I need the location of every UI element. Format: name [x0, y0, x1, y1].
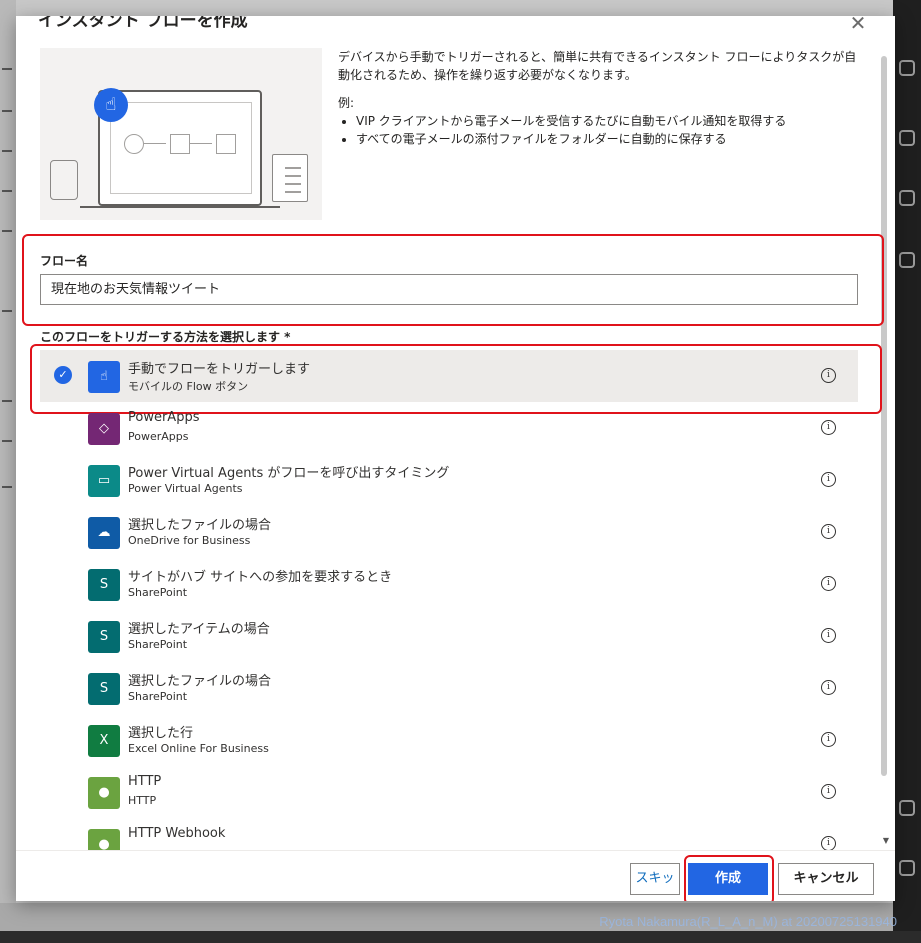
trigger-connector: OneDrive for Business — [128, 534, 251, 547]
flow-name-label: フロー名 — [40, 254, 89, 268]
sharepoint-icon: S — [88, 673, 120, 705]
trigger-name: 選択したファイルの場合 — [128, 518, 272, 533]
dialog-scrollbar[interactable] — [881, 56, 887, 776]
trigger-item-pva[interactable]: ▭ Power Virtual Agents がフローを呼び出すタイミング Po… — [40, 454, 858, 506]
trigger-section-label: このフローをトリガーする方法を選択します * — [40, 330, 291, 344]
trigger-connector: SharePoint — [128, 690, 188, 703]
scroll-down-icon[interactable]: ▼ — [883, 836, 889, 845]
trigger-connector: SharePoint — [128, 638, 188, 651]
trigger-list: ✓ ☝ 手動でフローをトリガーします モバイルの Flow ボタン i ◇ Po… — [40, 350, 858, 870]
close-icon[interactable]: ✕ — [847, 16, 869, 34]
info-icon[interactable]: i — [821, 628, 836, 643]
instant-flow-illustration: ☝ — [40, 48, 322, 220]
trigger-name: サイトがハブ サイトへの参加を要求するとき — [128, 570, 393, 585]
background-right-rail — [893, 0, 921, 943]
flow-button-icon: ☝ — [88, 361, 120, 393]
skip-button[interactable]: スキップ — [630, 863, 680, 895]
info-icon[interactable]: i — [821, 732, 836, 747]
touch-icon: ☝ — [94, 88, 128, 122]
excel-icon: X — [88, 725, 120, 757]
trigger-connector: HTTP — [128, 794, 157, 807]
trigger-name: 選択した行 — [128, 726, 194, 741]
trigger-connector: Excel Online For Business — [128, 742, 269, 755]
create-button[interactable]: 作成 — [688, 863, 768, 895]
trigger-connector: PowerApps — [128, 430, 189, 443]
sharepoint-icon: S — [88, 569, 120, 601]
example-item: すべての電子メールの添付ファイルをフォルダーに自動的に保存する — [356, 130, 858, 148]
plant-illustration — [50, 160, 78, 200]
power-virtual-agents-icon: ▭ — [88, 465, 120, 497]
info-icon[interactable]: i — [821, 836, 836, 851]
play-icon — [124, 134, 144, 154]
trigger-item-manual[interactable]: ✓ ☝ 手動でフローをトリガーします モバイルの Flow ボタン i — [40, 350, 858, 402]
http-icon: ● — [88, 777, 120, 809]
trigger-item-sharepoint-item[interactable]: S 選択したアイテムの場合 SharePoint i — [40, 610, 858, 662]
checklist-illustration — [272, 154, 308, 202]
file-check-icon — [216, 134, 236, 154]
trigger-item-excel-row[interactable]: X 選択した行 Excel Online For Business i — [40, 714, 858, 766]
dialog-title: インスタント フローを作成 — [38, 16, 248, 31]
trigger-name: HTTP Webhook — [128, 826, 226, 841]
trigger-item-sharepoint-file[interactable]: S 選択したファイルの場合 SharePoint i — [40, 662, 858, 714]
example-list: VIP クライアントから電子メールを受信するたびに自動モバイル通知を取得する す… — [338, 112, 858, 148]
trigger-connector: SharePoint — [128, 586, 188, 599]
trigger-item-http[interactable]: ● HTTP HTTP i — [40, 766, 858, 818]
trigger-connector: Power Virtual Agents — [128, 482, 243, 495]
trigger-name: HTTP — [128, 774, 162, 789]
cancel-button[interactable]: キャンセル — [778, 863, 874, 895]
trigger-name: PowerApps — [128, 410, 200, 425]
trigger-connector: モバイルの Flow ボタン — [128, 380, 249, 393]
info-icon[interactable]: i — [821, 784, 836, 799]
info-icon[interactable]: i — [821, 368, 836, 383]
info-icon[interactable]: i — [821, 420, 836, 435]
trigger-name: Power Virtual Agents がフローを呼び出すタイミング — [128, 466, 450, 481]
trigger-item-sharepoint-hub[interactable]: S サイトがハブ サイトへの参加を要求するとき SharePoint i — [40, 558, 858, 610]
trigger-name: 選択したファイルの場合 — [128, 674, 272, 689]
trigger-name: 選択したアイテムの場合 — [128, 622, 270, 637]
info-icon[interactable]: i — [821, 472, 836, 487]
sharepoint-icon: S — [88, 621, 120, 653]
example-item: VIP クライアントから電子メールを受信するたびに自動モバイル通知を取得する — [356, 112, 858, 130]
info-icon[interactable]: i — [821, 576, 836, 591]
example-label: 例: — [338, 96, 355, 110]
taskbar — [0, 931, 921, 943]
watermark: Ryota Nakamura(R_L_A_n_M) at 20200725131… — [599, 914, 897, 929]
onedrive-icon: ☁ — [88, 517, 120, 549]
create-instant-flow-dialog: インスタント フローを作成 ✕ ▼ ☝ デバイスから手動でトリガーされると、簡単… — [16, 16, 895, 901]
dialog-description: デバイスから手動でトリガーされると、簡単に共有できるインスタント フローによりタ… — [338, 48, 858, 148]
dialog-footer: スキップ 作成 キャンセル — [16, 850, 895, 901]
trigger-item-powerapps[interactable]: ◇ PowerApps PowerApps i — [40, 402, 858, 454]
flow-name-input[interactable]: 現在地のお天気情報ツイート — [40, 274, 858, 305]
powerapps-icon: ◇ — [88, 413, 120, 445]
checkmark-icon: ✓ — [54, 366, 72, 384]
info-icon[interactable]: i — [821, 524, 836, 539]
trigger-item-onedrive-file[interactable]: ☁ 選択したファイルの場合 OneDrive for Business i — [40, 506, 858, 558]
trigger-name: 手動でフローをトリガーします — [128, 362, 311, 377]
description-text: デバイスから手動でトリガーされると、簡単に共有できるインスタント フローによりタ… — [338, 50, 857, 82]
info-icon[interactable]: i — [821, 680, 836, 695]
document-icon — [170, 134, 190, 154]
background-left-rail — [0, 0, 16, 943]
